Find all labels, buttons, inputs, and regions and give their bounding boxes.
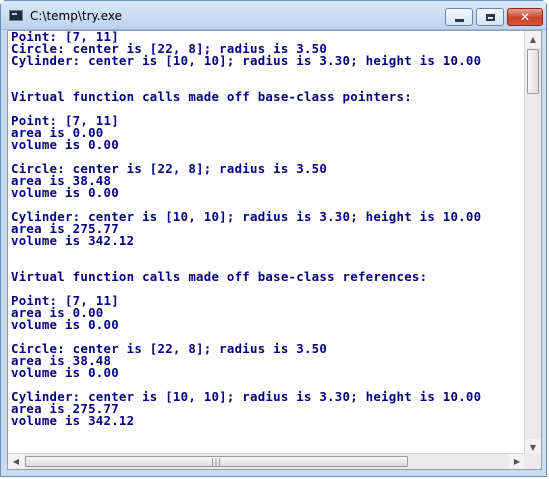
- horizontal-scroll-thumb[interactable]: |||: [25, 456, 408, 467]
- console-line: Virtual function calls made off base-cla…: [11, 89, 412, 104]
- console-line: Virtual function calls made off base-cla…: [11, 269, 428, 284]
- console-output[interactable]: Point: [7, 11] Circle: center is [22, 8];…: [11, 31, 525, 456]
- minimize-button[interactable]: [445, 8, 473, 26]
- scroll-right-icon: ▶: [513, 457, 521, 466]
- close-button[interactable]: ✕: [507, 8, 543, 26]
- scroll-left-button[interactable]: ◀: [8, 454, 24, 469]
- maximize-icon: [485, 13, 495, 21]
- scroll-down-icon: ▼: [529, 443, 537, 452]
- console-window: C:\temp\try.exe ✕ Point: [7, 11] Circle: …: [0, 0, 547, 477]
- console-line: Cylinder: center is [10, 10]; radius is …: [11, 53, 482, 68]
- scroll-up-button[interactable]: ▲: [525, 31, 541, 48]
- console-line: volume is 0.00: [11, 365, 119, 380]
- console-line: volume is 0.00: [11, 317, 119, 332]
- console-line: volume is 342.12: [11, 413, 135, 428]
- console-line: volume is 0.00: [11, 137, 119, 152]
- horizontal-scrollbar[interactable]: ◀ ||| ▶: [8, 453, 525, 469]
- console-line: volume is 0.00: [11, 185, 119, 200]
- maximize-button[interactable]: [476, 8, 504, 26]
- console-app-icon[interactable]: [9, 10, 23, 21]
- vertical-scroll-thumb[interactable]: [527, 49, 539, 94]
- scroll-left-icon: ◀: [12, 457, 20, 466]
- scrollbar-corner: [524, 453, 541, 469]
- close-icon: ✕: [519, 10, 531, 24]
- scroll-grip-icon: |||: [210, 457, 223, 466]
- scroll-up-icon: ▲: [529, 35, 537, 44]
- console-client-area: Point: [7, 11] Circle: center is [22, 8];…: [7, 30, 542, 470]
- vertical-scrollbar[interactable]: ▲ ▼: [524, 31, 541, 456]
- minimize-icon: [454, 18, 464, 22]
- console-line: volume is 342.12: [11, 233, 135, 248]
- scroll-right-button[interactable]: ▶: [509, 454, 525, 469]
- window-title: C:\temp\try.exe: [30, 9, 123, 23]
- title-bar[interactable]: C:\temp\try.exe ✕: [1, 1, 546, 30]
